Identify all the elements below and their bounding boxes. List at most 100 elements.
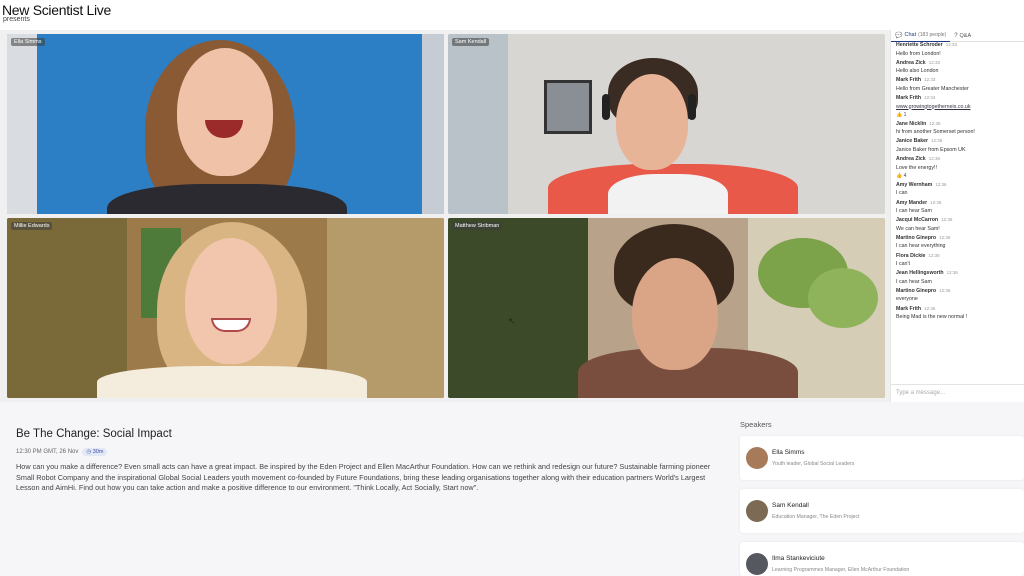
chat-tabs: 💬 Chat (183 people) ? Q&A — [891, 30, 1024, 42]
chat-text: hi from another Somerset person! — [896, 129, 975, 136]
chat-time: 12:36 — [931, 138, 943, 144]
chat-author: Jean Hellingsworth — [896, 270, 944, 277]
chat-time: 12:36 — [928, 252, 940, 258]
chat-author: Amy Wernham — [896, 181, 933, 188]
speaker-card[interactable]: Sam Kendall Education Manager, The Eden … — [740, 489, 1024, 533]
chat-author: Amy Mander — [896, 199, 928, 206]
chat-author: Martino Ginepro — [896, 287, 937, 294]
speaker-role: Youth leader, Global Social Leaders — [772, 461, 855, 467]
chat-author: Andrea Zick — [896, 156, 926, 163]
speaker-card[interactable]: Ella Simms Youth leader, Global Social L… — [740, 436, 1024, 480]
video-grid: Ella Simms Sam Kendall Millie Edwards Ma… — [0, 30, 890, 402]
chat-text: Love the energy!! — [896, 164, 937, 171]
chat-author: Mark Frith — [896, 305, 922, 312]
presents-label: presents — [3, 16, 30, 23]
chat-author: Mark Frith — [896, 77, 922, 84]
speaker-name: Ilma Stankeviciute — [772, 555, 825, 562]
event-meta: 12:30 PM GMT, 26 Nov ◷ 30m — [16, 448, 108, 456]
chat-time: 12:36 — [946, 270, 958, 276]
speaker-role: Learning Programmes Manager, Ellen McArt… — [772, 567, 910, 573]
speaker-name: Ella Simms — [772, 449, 805, 456]
chat-message: Mark Frith 12:34 www.growingtogetherneis.… — [896, 95, 1022, 118]
chat-message: Amy Mander 12:36 I can hear Sam — [896, 200, 1022, 215]
chat-text: I can hear Sam — [896, 278, 932, 285]
chat-bubble-icon: 💬 — [895, 32, 903, 39]
chat-time: 12:35 — [929, 120, 941, 126]
chat-message: Janice Baker 12:36 Janice Baker from Epso… — [896, 138, 1022, 153]
top-bar: New Scientist Live presents — [0, 0, 1024, 30]
avatar — [746, 447, 768, 469]
question-icon: ? — [954, 32, 958, 39]
chat-time: 12:36 — [935, 181, 947, 187]
chat-time: 12:36 — [928, 156, 940, 162]
chat-author: Andrea Zick — [896, 59, 926, 66]
chat-message: Martino Ginepro 12:36 I can hear everythi… — [896, 235, 1022, 250]
chat-time: 12:36 — [930, 199, 942, 205]
chat-author: Henriette Schroder — [896, 42, 943, 48]
speaker-card[interactable]: Ilma Stankeviciute Learning Programmes M… — [740, 542, 1024, 576]
chat-text: everyone — [896, 296, 918, 303]
chat-message: Jacqui McCarron 12:36 We can hear Sam! — [896, 217, 1022, 232]
speaker-role: Education Manager, The Eden Project — [772, 514, 860, 520]
chat-author: Mark Frith — [896, 95, 922, 102]
tab-chat-count: (183 people) — [918, 32, 947, 38]
event-info-section: Be The Change: Social Impact 12:30 PM GM… — [0, 402, 1024, 576]
chat-text: We can hear Sam! — [896, 225, 940, 232]
chat-author: Jacqui McCarron — [896, 217, 939, 224]
video-tile-4[interactable]: Matthew Stribman — [448, 218, 885, 398]
chat-text: Hello also London — [896, 68, 939, 75]
speakers-heading: Speakers — [740, 420, 772, 429]
chat-message: Martino Ginepro 12:36 everyone — [896, 288, 1022, 303]
event-description: How can you make a difference? Even smal… — [16, 462, 711, 492]
reaction-badge[interactable]: 👍 1 — [896, 112, 1022, 118]
chat-message: Mark Frith 12:36 Being Mad is the new nor… — [896, 306, 1022, 321]
video-tile-1[interactable]: Ella Simms — [7, 34, 444, 214]
chat-text: I can't — [896, 261, 910, 268]
chat-message: Amy Wernham 12:36 I can — [896, 182, 1022, 197]
video-tile-3[interactable]: Millie Edwards — [7, 218, 444, 398]
chat-text: Being Mad is the new normal ! — [896, 314, 968, 321]
chat-time: 12:36 — [924, 305, 936, 311]
chat-time: 12:36 — [941, 217, 953, 223]
chat-time: 12:33 — [945, 42, 957, 47]
chat-author: Flora Dickie — [896, 252, 926, 259]
tab-chat[interactable]: 💬 Chat (183 people) — [891, 30, 951, 42]
mouse-cursor-icon: ↖ — [508, 316, 516, 326]
chat-message: Jean Hellingsworth 12:36 I can hear Sam — [896, 270, 1022, 285]
reaction-badge[interactable]: 👍 4 — [896, 173, 1022, 179]
event-title: Be The Change: Social Impact — [16, 428, 172, 440]
chat-author: Jane Nicklin — [896, 120, 927, 127]
duration-value: 30m — [92, 449, 104, 455]
avatar — [746, 553, 768, 575]
tab-qa[interactable]: ? Q&A — [950, 30, 975, 42]
chat-message: Jane Nicklin 12:35 hi from another Somers… — [896, 121, 1022, 136]
chat-time: 12:33 — [924, 77, 936, 83]
chat-text: Hello from Greater Manchester — [896, 85, 969, 92]
tab-qa-label: Q&A — [959, 32, 972, 39]
chat-message: Flora Dickie 12:36 I can't — [896, 253, 1022, 268]
chat-text: I can hear Sam — [896, 208, 932, 214]
participant-name-tag: Sam Kendall — [452, 38, 490, 46]
chat-text: I can hear everything — [896, 243, 946, 250]
chat-time: 12:33 — [928, 59, 940, 65]
chat-message: Andrea Zick 12:33 Hello also London — [896, 60, 1022, 75]
chat-message: Mark Frith 12:33 Hello from Greater Manch… — [896, 77, 1022, 92]
tab-chat-label: Chat — [904, 32, 917, 38]
video-tile-2[interactable]: Sam Kendall — [448, 34, 885, 214]
chat-message: Henriette Schroder 12:33 Hello from Londo… — [896, 42, 1022, 57]
chat-panel: 💬 Chat (183 people) ? Q&A Henriette Schr… — [890, 30, 1024, 402]
chat-time: 12:36 — [939, 287, 951, 293]
participant-name-tag: Ella Simms — [11, 38, 45, 46]
chat-text: Janice Baker from Epsom UK — [896, 146, 966, 153]
chat-message-list[interactable]: Henriette Schroder 12:33 Hello from Londo… — [891, 42, 1024, 384]
chat-author: Martino Ginepro — [896, 234, 937, 241]
event-datetime: 12:30 PM GMT, 26 Nov — [16, 449, 79, 455]
chat-message-input[interactable]: Type a message... — [891, 384, 1024, 402]
speaker-name: Sam Kendall — [772, 502, 809, 509]
chat-text: Hello from London! — [896, 50, 941, 57]
clock-icon: ◷ — [86, 449, 92, 455]
avatar — [746, 500, 768, 522]
duration-badge: ◷ 30m — [82, 448, 108, 456]
chat-link[interactable]: www.growingtogetherneis.co.uk — [896, 104, 1022, 110]
chat-text: I can — [896, 190, 908, 197]
